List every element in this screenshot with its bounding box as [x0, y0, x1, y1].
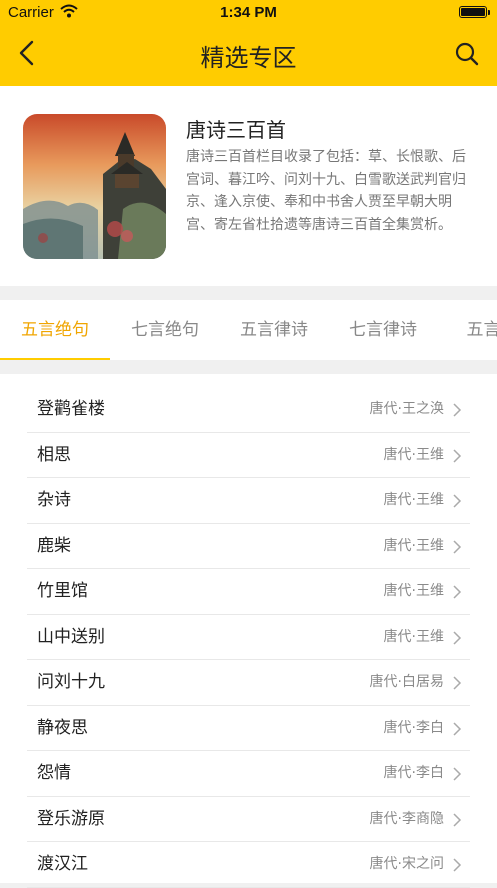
- poem-title: 山中送别: [37, 626, 105, 647]
- list-item[interactable]: 竹里馆 唐代·王维: [27, 569, 470, 615]
- collection-cover-image: [23, 114, 166, 259]
- list-item[interactable]: 渡汉江 唐代·宋之问: [27, 842, 470, 888]
- list-item[interactable]: 登乐游原 唐代·李商隐: [27, 797, 470, 842]
- tab-wuyan-jueju[interactable]: 五言绝句: [0, 300, 110, 360]
- top-header: Carrier 1:34 PM 精选专区: [0, 0, 497, 86]
- chevron-right-icon: [453, 539, 462, 554]
- poem-author: 唐代·李白: [383, 765, 444, 781]
- list-item[interactable]: 静夜思 唐代·李白: [27, 706, 470, 751]
- clock: 1:34 PM: [220, 4, 277, 21]
- list-item[interactable]: 登鹳雀楼 唐代·王之涣: [27, 387, 470, 433]
- poem-author: 唐代·白居易: [369, 674, 444, 690]
- battery-icon: [459, 6, 490, 18]
- list-item[interactable]: 杂诗 唐代·王维: [27, 478, 470, 524]
- poem-author: 唐代·宋之问: [369, 856, 444, 872]
- chevron-right-icon: [453, 630, 462, 645]
- collection-title: 唐诗三百首: [186, 118, 286, 142]
- chevron-right-icon: [453, 858, 462, 872]
- list-item[interactable]: 山中送别 唐代·王维: [27, 615, 470, 660]
- collection-description: 唐诗三百首栏目收录了包括：草、长恨歌、后宫词、暮江吟、问刘十九、白雪歌送武判官归…: [186, 149, 466, 233]
- poem-title: 竹里馆: [37, 581, 88, 601]
- search-button[interactable]: [453, 40, 481, 68]
- poem-title: 登鹳雀楼: [37, 399, 105, 419]
- tab-wuyan-lvshi[interactable]: 五言律诗: [219, 300, 329, 360]
- chevron-right-icon: [453, 403, 462, 417]
- chevron-right-icon: [453, 767, 462, 781]
- tab-qiyan-lvshi[interactable]: 七言律诗: [328, 300, 438, 360]
- list-item[interactable]: 鹿柴 唐代·王维: [27, 524, 470, 569]
- chevron-right-icon: [453, 812, 462, 827]
- poem-title: 渡汉江: [37, 854, 88, 874]
- collection-intro: 唐诗三百首 唐诗三百首栏目收录了包括：草、长恨歌、后宫词、暮江吟、问刘十九、白雪…: [0, 86, 497, 286]
- chevron-right-icon: [453, 585, 462, 599]
- poem-author: 唐代·李商隐: [369, 810, 444, 827]
- poem-title: 问刘十九: [37, 672, 105, 692]
- chevron-right-icon: [453, 676, 462, 690]
- poem-title: 登乐游原: [37, 808, 105, 829]
- list-item[interactable]: 相思 唐代·王维: [27, 433, 470, 478]
- search-icon: [455, 42, 479, 66]
- poem-author: 唐代·王维: [383, 537, 444, 554]
- poem-list: 登鹳雀楼 唐代·王之涣 相思 唐代·王维 杂诗 唐代·王维 鹿柴 唐代·王维 竹…: [0, 374, 497, 888]
- poem-author: 唐代·王维: [383, 492, 444, 508]
- chevron-right-icon: [453, 721, 462, 736]
- active-tab-indicator: [0, 358, 110, 360]
- list-item[interactable]: 怨情 唐代·李白: [27, 751, 470, 797]
- poem-title: 静夜思: [37, 717, 88, 738]
- poem-author: 唐代·李白: [383, 719, 444, 736]
- poem-title: 相思: [37, 444, 71, 465]
- category-tabs: 五言绝句 七言绝句 五言律诗 七言律诗 五言古: [0, 300, 497, 360]
- poem-title: 杂诗: [37, 490, 71, 510]
- poem-author: 唐代·王维: [383, 628, 444, 645]
- list-item[interactable]: 问刘十九 唐代·白居易: [27, 660, 470, 706]
- poem-title: 鹿柴: [37, 535, 71, 556]
- poem-author: 唐代·王之涣: [369, 401, 444, 417]
- tab-wuyan-gushi[interactable]: 五言古: [437, 300, 497, 360]
- poem-author: 唐代·王维: [383, 446, 444, 463]
- status-bar: Carrier 1:34 PM: [0, 0, 497, 26]
- tab-qiyan-jueju[interactable]: 七言绝句: [110, 300, 220, 360]
- page-title: 精选专区: [200, 44, 297, 72]
- chevron-right-icon: [453, 494, 462, 508]
- poem-title: 怨情: [37, 763, 71, 783]
- chevron-right-icon: [453, 448, 462, 463]
- poem-author: 唐代·王维: [383, 583, 444, 599]
